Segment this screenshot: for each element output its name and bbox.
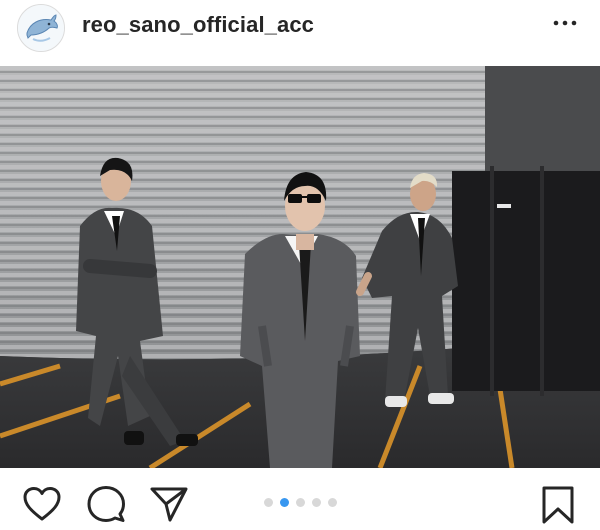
post-header: reo_sano_official_acc — [0, 0, 600, 66]
carousel-dot-5 — [328, 498, 337, 507]
carousel-dot-1 — [264, 498, 273, 507]
carousel-dot-3 — [296, 498, 305, 507]
carousel-dot-2-active — [280, 498, 289, 507]
like-button[interactable] — [22, 486, 62, 527]
profile-avatar[interactable] — [17, 4, 65, 52]
share-button[interactable] — [149, 485, 189, 528]
dolphin-avatar-icon — [18, 5, 64, 51]
post-image — [0, 66, 600, 468]
comment-icon — [87, 486, 125, 522]
bookmark-icon — [542, 486, 574, 524]
save-button[interactable] — [540, 485, 576, 530]
comment-button[interactable] — [87, 485, 125, 528]
heart-icon — [23, 487, 61, 521]
send-icon — [150, 487, 188, 522]
carousel-dot-4 — [312, 498, 321, 507]
post-photo[interactable] — [0, 66, 600, 468]
more-horizontal-icon — [553, 20, 577, 26]
post-actions-bar — [0, 468, 600, 524]
post-username[interactable]: reo_sano_official_acc — [82, 12, 314, 38]
more-options-button[interactable] — [550, 10, 580, 36]
